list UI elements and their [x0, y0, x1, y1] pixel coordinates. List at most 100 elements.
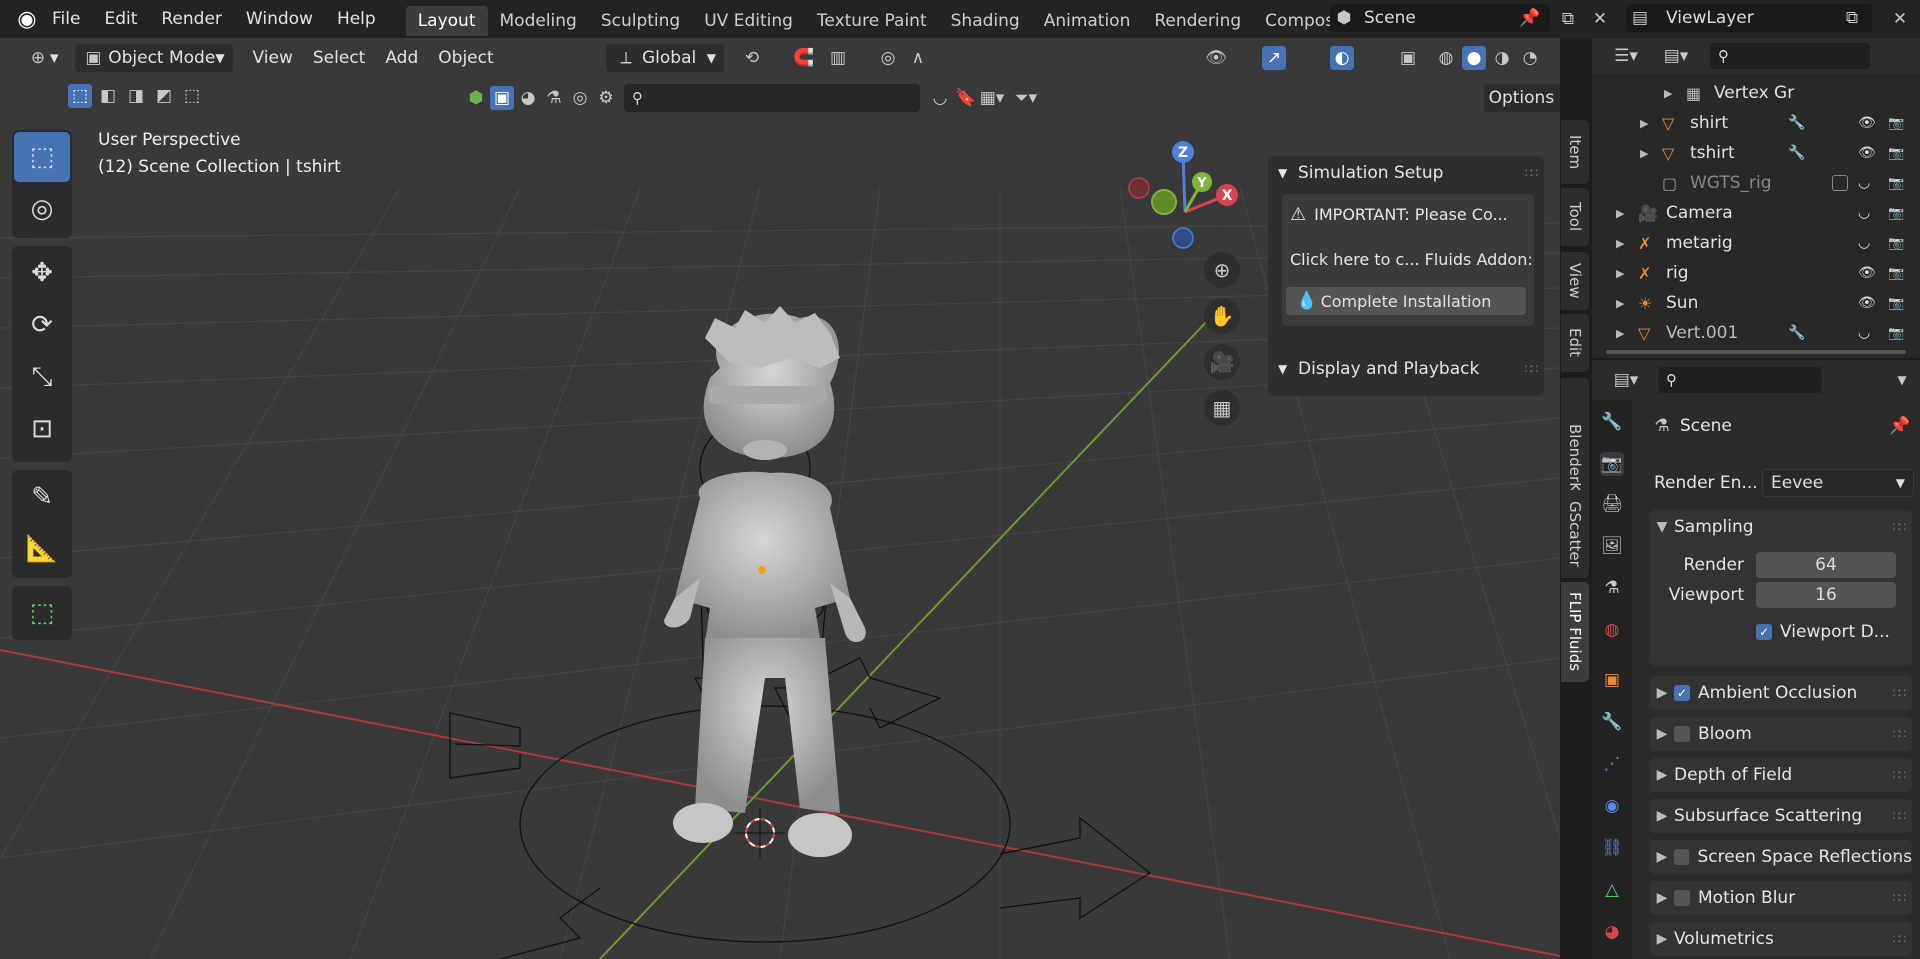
- expand-arrow-icon[interactable]: ▶: [1616, 267, 1624, 280]
- render-visibility-icon[interactable]: 📷: [1888, 206, 1904, 221]
- render-engine-dropdown[interactable]: Eevee ▼: [1762, 469, 1914, 497]
- hdr-search-icon[interactable]: ◎: [568, 86, 592, 110]
- render-visibility-icon[interactable]: 📷: [1888, 266, 1904, 281]
- tab-sculpting[interactable]: Sculpting: [589, 6, 692, 36]
- viewport-samples-field[interactable]: 16: [1756, 582, 1896, 608]
- render-visibility-icon[interactable]: 📷: [1888, 176, 1904, 191]
- drag-handle-icon[interactable]: ∷∷: [1893, 809, 1906, 823]
- display-playback-header[interactable]: ▼ Display and Playback ∷∷: [1268, 352, 1544, 386]
- blenderkit-search-input[interactable]: ⚲: [624, 84, 920, 112]
- render-visibility-icon[interactable]: 📷: [1888, 116, 1904, 131]
- snap-toggle-icon[interactable]: 🧲: [792, 46, 816, 70]
- perspective-grid-icon[interactable]: ▦: [1204, 390, 1240, 426]
- sidebar-tab-flip-fluids[interactable]: FLIP Fluids: [1561, 582, 1589, 682]
- expand-arrow-icon[interactable]: ▶: [1616, 297, 1624, 310]
- sidebar-tab-gscatter[interactable]: GScatter: [1561, 490, 1589, 578]
- render-visibility-icon[interactable]: 📷: [1888, 236, 1904, 251]
- chevron-down-icon[interactable]: ▼: [1890, 368, 1914, 392]
- pin-icon[interactable]: 📌: [1518, 6, 1542, 30]
- click-here-text[interactable]: Click here to c... Fluids Addon:: [1290, 250, 1533, 269]
- visibility-eye-icon[interactable]: ◡: [1858, 175, 1870, 191]
- panel-subsurface-scattering[interactable]: ▶ Subsurface Scattering ∷∷: [1650, 799, 1912, 833]
- sampling-header[interactable]: ▼ Sampling ∷∷: [1650, 510, 1912, 544]
- select-intersect-icon[interactable]: ⬚: [180, 84, 204, 108]
- select-subtract-icon[interactable]: ◨: [124, 84, 148, 108]
- material-shading-icon[interactable]: ◑: [1490, 46, 1514, 70]
- render-visibility-icon[interactable]: 📷: [1888, 296, 1904, 311]
- expand-arrow-icon[interactable]: ▶: [1616, 207, 1624, 220]
- object-mode-dropdown[interactable]: ▣ Object Mode ▼: [74, 44, 233, 72]
- tab-uv-editing[interactable]: UV Editing: [692, 6, 805, 36]
- menu-window[interactable]: Window: [234, 0, 325, 38]
- options-dropdown[interactable]: Options ▼: [1484, 84, 1560, 112]
- select-box-tool[interactable]: ⬚: [14, 132, 70, 182]
- drag-handle-icon[interactable]: ∷∷: [1525, 166, 1538, 180]
- visibility-eye-icon[interactable]: 👁: [1858, 115, 1876, 131]
- filter-curve-icon[interactable]: ◡: [928, 86, 952, 110]
- 3d-viewport[interactable]: ⊕ ▾ ▣ Object Mode ▼ View Select Add Objec…: [0, 38, 1560, 959]
- select-menu[interactable]: Select: [305, 44, 373, 72]
- expand-arrow-icon[interactable]: ▶: [1616, 327, 1624, 340]
- object-menu[interactable]: Object: [430, 44, 501, 72]
- expand-arrow-icon[interactable]: ▶: [1664, 87, 1672, 100]
- pivot-point-icon[interactable]: ⟲: [740, 46, 764, 70]
- properties-search-input[interactable]: ⚲: [1658, 367, 1822, 393]
- viewport-denoise-row[interactable]: ✓ Viewport D...: [1756, 622, 1890, 642]
- sidebar-tab-view[interactable]: View: [1561, 252, 1589, 310]
- complete-installation-button[interactable]: 💧 Complete Installation: [1286, 287, 1526, 315]
- new-scene-icon[interactable]: ⧉: [1556, 7, 1580, 31]
- drag-handle-icon[interactable]: ∷∷: [1893, 850, 1906, 864]
- tab-layout[interactable]: Layout: [405, 5, 488, 36]
- outliner-scrollbar[interactable]: [1606, 350, 1906, 354]
- transform-tool[interactable]: ⊡: [14, 404, 70, 454]
- outliner-editor-icon[interactable]: ☰▾: [1606, 44, 1646, 68]
- overlay-toggle-icon[interactable]: ◐: [1330, 46, 1354, 70]
- select-new-icon[interactable]: ⬚: [68, 84, 92, 108]
- menu-edit[interactable]: Edit: [92, 0, 149, 38]
- tab-rendering[interactable]: Rendering: [1142, 6, 1253, 36]
- render-visibility-icon[interactable]: 📷: [1888, 146, 1904, 161]
- scene-tab-icon[interactable]: ⚗: [1600, 576, 1624, 600]
- rotate-tool[interactable]: ⟳: [14, 300, 70, 350]
- material-tab-icon[interactable]: ◕: [1600, 920, 1624, 944]
- panel-motion-blur[interactable]: ▶ Motion Blur ∷∷: [1650, 881, 1912, 915]
- outliner-row[interactable]: ▶ ✗ metarig ◡ 📷: [1592, 228, 1920, 258]
- outliner-row[interactable]: ▶ ☀ Sun 👁 📷: [1592, 288, 1920, 318]
- modifier-icon[interactable]: 🔧: [1788, 115, 1805, 131]
- modifier-tab-icon[interactable]: 🔧: [1600, 710, 1624, 734]
- section-enable-checkbox[interactable]: [1673, 849, 1690, 865]
- editor-type-button[interactable]: ⊕ ▾: [18, 44, 67, 72]
- gizmo-toggle-icon[interactable]: ↗: [1262, 46, 1286, 70]
- outliner-row[interactable]: ▶ ▽ tshirt 🔧 👁 📷: [1592, 138, 1920, 168]
- delete-scene-icon[interactable]: ✕: [1588, 7, 1612, 31]
- delete-view-layer-icon[interactable]: ✕: [1888, 7, 1912, 31]
- solid-shading-icon[interactable]: ●: [1462, 46, 1486, 70]
- view-layer-tab-icon[interactable]: 🖼: [1600, 534, 1624, 558]
- snap-element-icon[interactable]: ▥: [826, 46, 850, 70]
- particles-tab-icon[interactable]: ⋰: [1600, 752, 1624, 776]
- bookmark-icon[interactable]: 🔖: [954, 86, 978, 110]
- outliner-row[interactable]: ▶ 🎥 Camera ◡ 📷: [1592, 198, 1920, 228]
- select-extend-icon[interactable]: ◧: [96, 84, 120, 108]
- blenderkit-logo-icon[interactable]: ⬢: [464, 86, 488, 110]
- panel-bloom[interactable]: ▶ Bloom ∷∷: [1650, 717, 1912, 751]
- add-menu[interactable]: Add: [377, 44, 426, 72]
- section-enable-checkbox[interactable]: ✓: [1674, 685, 1690, 701]
- outliner-row[interactable]: ▶ ▽ Vert.001 🔧 ◡ 📷: [1592, 318, 1920, 348]
- render-tab-icon[interactable]: 📷: [1600, 452, 1624, 476]
- measure-tool[interactable]: 📐: [14, 524, 70, 574]
- physics-tab-icon[interactable]: ◉: [1600, 794, 1624, 818]
- visibility-eye-icon[interactable]: ◡: [1858, 205, 1870, 221]
- move-tool[interactable]: ✥: [14, 248, 70, 298]
- viewport-denoise-checkbox[interactable]: ✓: [1756, 624, 1772, 640]
- sidebar-tab-tool[interactable]: Tool: [1561, 188, 1589, 246]
- object-tab-icon[interactable]: ▣: [1600, 668, 1624, 692]
- section-enable-checkbox[interactable]: [1674, 890, 1690, 906]
- outliner-row[interactable]: ▶ ▦ Vertex Gr: [1592, 78, 1920, 108]
- section-enable-checkbox[interactable]: [1674, 726, 1690, 742]
- simulation-setup-header[interactable]: ▼ Simulation Setup ∷∷: [1268, 156, 1544, 190]
- expand-arrow-icon[interactable]: ▶: [1616, 237, 1624, 250]
- view-menu[interactable]: View: [245, 44, 301, 72]
- drag-handle-icon[interactable]: ∷∷: [1893, 520, 1906, 534]
- blender-logo-icon[interactable]: ◉: [14, 7, 40, 32]
